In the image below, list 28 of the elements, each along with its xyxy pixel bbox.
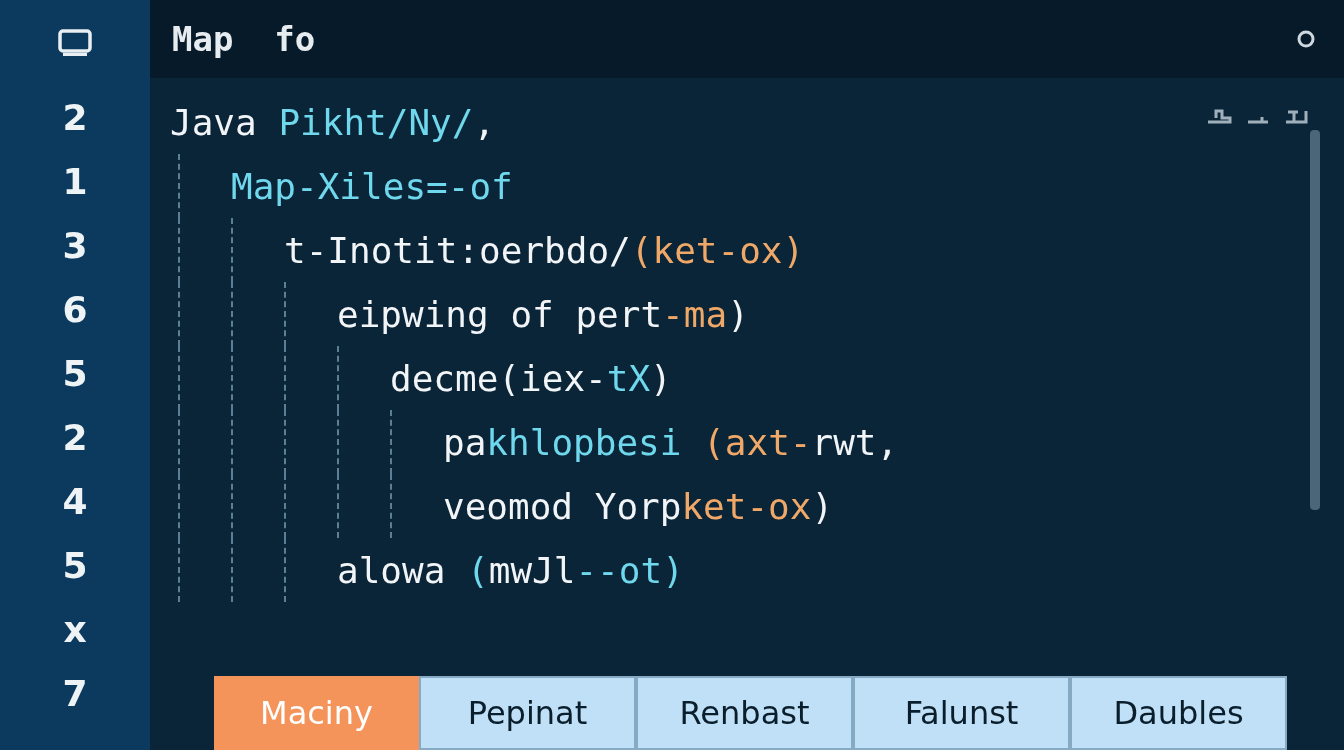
tab[interactable]: Daubles <box>1070 676 1287 750</box>
line-number: 6 <box>62 288 88 332</box>
tab[interactable]: Renbast <box>636 676 853 750</box>
tab[interactable]: Falunst <box>853 676 1070 750</box>
line-number: x <box>63 608 87 652</box>
code-line: eipwing of pert-ma) <box>337 293 749 335</box>
circle-icon[interactable] <box>1296 29 1316 49</box>
toolbar-icon[interactable] <box>1284 108 1308 126</box>
code-line: Java Pikht/Ny/, <box>170 101 496 143</box>
editor-title: Map fo <box>172 19 316 59</box>
code-line: Map-Xiles=-of <box>231 165 513 207</box>
code-line: t-Inotit:oerbdo/(ket-ox) <box>284 229 805 271</box>
line-number: 1 <box>62 160 88 204</box>
line-number: 7 <box>62 672 88 716</box>
scrollbar[interactable] <box>1310 130 1320 510</box>
code-line: veomod Yorpket-ox) <box>443 485 834 527</box>
tab[interactable]: Pepinat <box>419 676 636 750</box>
monitor-icon[interactable] <box>57 28 93 58</box>
toolbar-icon[interactable] <box>1206 108 1232 126</box>
line-number: 5 <box>62 544 88 588</box>
line-number: 5 <box>62 352 88 396</box>
code-line: decme(iex-tX) <box>390 357 672 399</box>
code-line: alowa (mwJl--ot) <box>337 549 684 591</box>
line-number: 2 <box>62 416 88 460</box>
line-number: 3 <box>62 224 88 268</box>
line-number: 4 <box>62 480 88 524</box>
line-number: 2 <box>62 96 88 140</box>
code-line: pakhlopbesi (axt-rwt, <box>443 421 899 463</box>
